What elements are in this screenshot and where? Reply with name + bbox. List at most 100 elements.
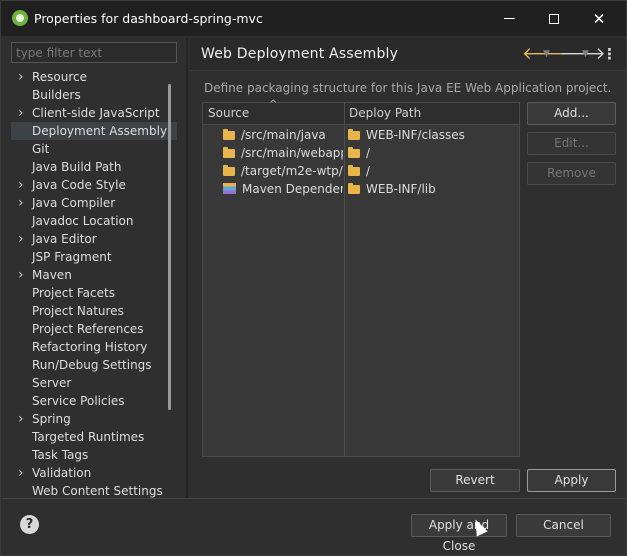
nav-item-label: Task Tags bbox=[32, 448, 89, 462]
nav-item[interactable]: JSP Fragment bbox=[11, 248, 177, 266]
panel-splitter[interactable] bbox=[186, 38, 188, 498]
source-path: /target/m2e-wtp/w bbox=[241, 164, 343, 178]
nav-scrollbar[interactable] bbox=[168, 84, 171, 410]
table-header: Source ^ Deploy Path bbox=[203, 99, 519, 125]
nav-item-label: Java Code Style bbox=[32, 178, 126, 192]
nav-item[interactable]: › Java Compiler bbox=[11, 194, 177, 212]
back-dropdown-icon[interactable]: ▼ bbox=[543, 49, 550, 59]
table-row[interactable]: /target/m2e-wtp/w / bbox=[203, 162, 519, 180]
nav-item-label: Server bbox=[32, 376, 72, 390]
table-body: /src/main/java WEB-INF/classes/src/main/w… bbox=[203, 126, 519, 198]
table-row[interactable]: Maven Dependenci WEB-INF/lib bbox=[203, 180, 519, 198]
source-path: Maven Dependenci bbox=[242, 182, 343, 196]
close-button[interactable]: ✕ bbox=[577, 1, 621, 36]
deploy-path-cell: WEB-INF/classes bbox=[348, 126, 518, 144]
source-cell: /src/main/java bbox=[223, 126, 343, 144]
nav-item-label: JSP Fragment bbox=[32, 250, 112, 264]
chevron-right-icon[interactable]: › bbox=[18, 176, 24, 194]
nav-item[interactable]: Builders bbox=[11, 86, 177, 104]
minimize-button[interactable] bbox=[487, 1, 531, 36]
forward-dropdown-icon[interactable]: ▼ bbox=[582, 49, 589, 59]
nav-item[interactable]: › Java Editor bbox=[11, 230, 177, 248]
nav-item-label: Java Compiler bbox=[32, 196, 116, 210]
column-header-deploy-path[interactable]: Deploy Path bbox=[349, 106, 421, 120]
nav-item[interactable]: Refactoring History bbox=[11, 338, 177, 356]
minimize-icon bbox=[503, 18, 515, 19]
folder-icon bbox=[348, 165, 360, 176]
chevron-right-icon[interactable]: › bbox=[18, 230, 24, 248]
nav-item[interactable]: Targeted Runtimes bbox=[11, 428, 177, 446]
nav-item-label: Client-side JavaScript bbox=[32, 106, 160, 120]
view-menu-icon[interactable]: ⋮ bbox=[602, 45, 617, 63]
deploy-path: WEB-INF/lib bbox=[366, 182, 436, 196]
nav-item[interactable]: Java Build Path bbox=[11, 158, 177, 176]
nav-item[interactable]: Task Tags bbox=[11, 446, 177, 464]
window-title: Properties for dashboard-spring-mvc bbox=[34, 11, 263, 26]
chevron-right-icon[interactable]: › bbox=[18, 266, 24, 284]
help-icon[interactable]: ? bbox=[20, 515, 39, 534]
nav-item-label: Validation bbox=[32, 466, 92, 480]
properties-dialog: Properties for dashboard-spring-mvc ✕ › R… bbox=[0, 0, 627, 556]
table-row[interactable]: /src/main/java WEB-INF/classes bbox=[203, 126, 519, 144]
chevron-right-icon[interactable]: › bbox=[18, 104, 24, 122]
deploy-path-cell: / bbox=[348, 144, 518, 162]
chevron-right-icon[interactable]: › bbox=[18, 464, 24, 482]
remove-button[interactable]: Remove bbox=[527, 162, 616, 185]
nav-item[interactable]: Project Natures bbox=[11, 302, 177, 320]
chevron-right-icon[interactable]: › bbox=[18, 194, 24, 212]
folder-icon bbox=[223, 165, 235, 176]
cancel-button[interactable]: Cancel bbox=[516, 514, 611, 537]
nav-item[interactable]: › Spring bbox=[11, 410, 177, 428]
nav-item-label: Maven bbox=[32, 268, 72, 282]
deploy-path: WEB-INF/classes bbox=[366, 128, 465, 142]
nav-item-label: Web Content Settings bbox=[32, 484, 163, 498]
nav-item[interactable]: › Validation bbox=[11, 464, 177, 482]
nav-item-label: Project Facets bbox=[32, 286, 115, 300]
spring-app-icon bbox=[12, 10, 28, 26]
source-path: /src/main/java bbox=[241, 128, 326, 142]
nav-item[interactable]: › Client-side JavaScript bbox=[11, 104, 177, 122]
nav-item-label: Spring bbox=[32, 412, 71, 426]
page-title: Web Deployment Assembly bbox=[201, 46, 399, 62]
nav-item[interactable]: Project Facets bbox=[11, 284, 177, 302]
nav-item[interactable]: › Java Code Style bbox=[11, 176, 177, 194]
apply-and-close-button[interactable]: Apply and Close bbox=[411, 514, 507, 553]
library-icon bbox=[223, 183, 236, 194]
nav-item[interactable]: Run/Debug Settings bbox=[11, 356, 177, 374]
nav-item[interactable]: Web Content Settings bbox=[11, 482, 177, 498]
maximize-button[interactable] bbox=[532, 1, 576, 36]
folder-icon bbox=[348, 183, 360, 194]
filter-input[interactable] bbox=[11, 42, 177, 63]
maximize-icon bbox=[549, 13, 559, 24]
nav-item[interactable]: › Resource bbox=[11, 68, 177, 86]
folder-icon bbox=[348, 129, 360, 140]
title-bar[interactable]: Properties for dashboard-spring-mvc ✕ bbox=[1, 1, 626, 36]
page-description: Define packaging structure for this Java… bbox=[204, 81, 612, 95]
nav-item-label: Project Natures bbox=[32, 304, 124, 318]
chevron-right-icon[interactable]: › bbox=[18, 68, 24, 86]
column-header-source[interactable]: Source bbox=[208, 106, 249, 120]
revert-button[interactable]: Revert bbox=[430, 469, 520, 492]
nav-item-label: Service Policies bbox=[32, 394, 125, 408]
nav-item[interactable]: › Maven bbox=[11, 266, 177, 284]
apply-button[interactable]: Apply bbox=[527, 469, 616, 492]
nav-item[interactable]: Server bbox=[11, 374, 177, 392]
add-button[interactable]: Add... bbox=[527, 102, 616, 125]
nav-item[interactable]: Service Policies bbox=[11, 392, 177, 410]
edit-button[interactable]: Edit... bbox=[527, 132, 616, 155]
button-bar-separator bbox=[1, 498, 626, 499]
nav-item[interactable]: Project References bbox=[11, 320, 177, 338]
table-row[interactable]: /src/main/webapp / bbox=[203, 144, 519, 162]
source-cell: /src/main/webapp bbox=[223, 144, 343, 162]
chevron-right-icon[interactable]: › bbox=[18, 410, 24, 428]
nav-item-label: Git bbox=[32, 142, 50, 156]
source-cell: /target/m2e-wtp/w bbox=[223, 162, 343, 180]
deploy-path-cell: WEB-INF/lib bbox=[348, 180, 518, 198]
nav-item[interactable]: Git bbox=[11, 140, 177, 158]
nav-item-label: Java Build Path bbox=[32, 160, 122, 174]
nav-item[interactable]: Javadoc Location bbox=[11, 212, 177, 230]
nav-item[interactable]: Deployment Assembly bbox=[11, 122, 177, 140]
nav-item-label: Java Editor bbox=[32, 232, 97, 246]
deploy-path: / bbox=[366, 146, 371, 160]
folder-icon bbox=[348, 147, 360, 158]
